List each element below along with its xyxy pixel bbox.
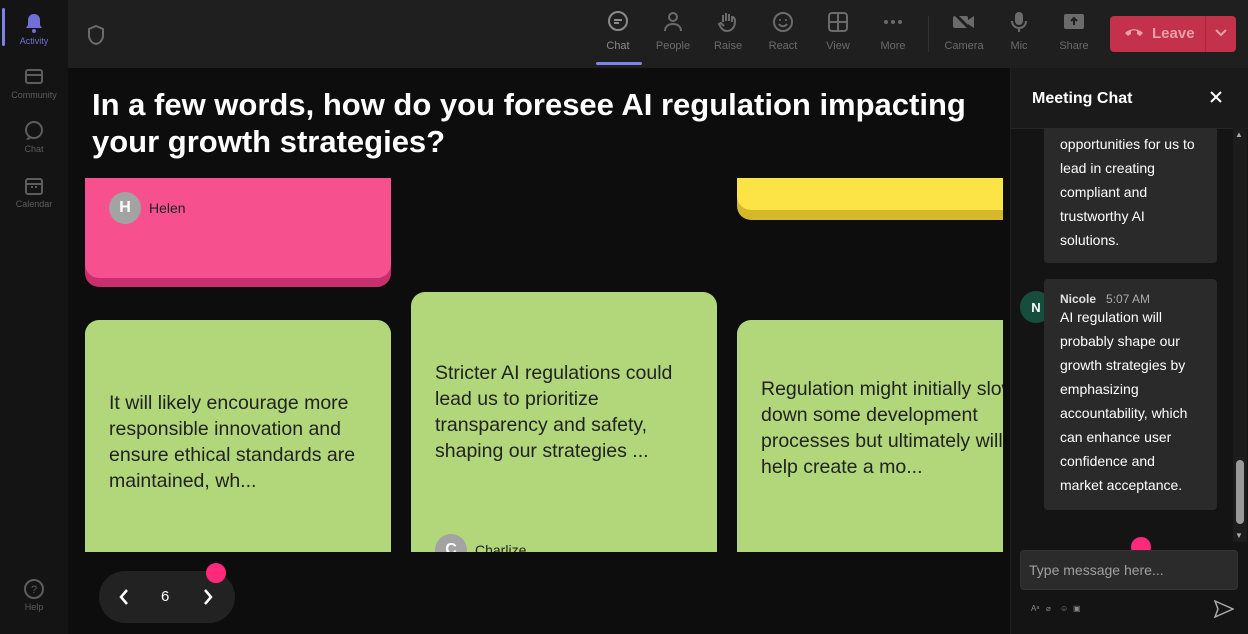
whiteboard-area: In a few words, how do you foresee AI re…	[68, 68, 1010, 634]
chat-title: Meeting Chat	[1032, 90, 1133, 107]
raise-label: Raise	[713, 40, 743, 52]
toolbar-divider	[928, 16, 929, 52]
chat-message-input[interactable]	[1020, 550, 1238, 590]
camera-off-icon	[952, 11, 975, 34]
chat-message-previous: opportunities for us to lead in creating…	[1044, 128, 1217, 263]
rail-item-chat[interactable]: Chat	[0, 120, 68, 154]
card-text: Stricter AI regulations could lead us to…	[435, 362, 673, 462]
share-screen-icon	[1064, 14, 1084, 29]
chevron-down-icon[interactable]	[1214, 28, 1228, 38]
view-label: View	[826, 40, 850, 52]
chat-header: Meeting Chat	[1011, 68, 1248, 129]
people-button[interactable]: People	[646, 10, 700, 52]
share-label: Share	[1059, 40, 1089, 52]
shield-icon[interactable]	[86, 24, 106, 46]
rail-item-community[interactable]: Community	[0, 66, 68, 100]
react-button[interactable]: React	[756, 10, 810, 52]
chevron-right-icon[interactable]	[201, 587, 215, 607]
chat-icon	[25, 121, 43, 140]
close-icon[interactable]	[1209, 90, 1223, 104]
sticky-card-helen[interactable]: H Helen	[85, 178, 391, 278]
chevron-left-icon[interactable]	[117, 587, 131, 607]
rail-label: Help	[24, 602, 44, 612]
help-icon: ?	[24, 579, 44, 599]
scroll-up-icon[interactable]: ▲	[1235, 130, 1243, 139]
chat-label: Chat	[606, 40, 630, 52]
author-name: Charlize	[475, 542, 527, 552]
emoji-icon[interactable]: ☺	[1060, 604, 1068, 613]
meeting-window: Activity Community Chat Calendar ? Help …	[0, 0, 1248, 634]
mic-label: Mic	[1010, 40, 1028, 52]
people-icon	[664, 12, 682, 32]
card-text: It will likely encourage more responsibl…	[109, 392, 356, 492]
people-label: People	[655, 40, 691, 52]
rail-item-help[interactable]: ? Help	[0, 578, 68, 612]
sticky-card-3[interactable]: Regulation might initially slow down som…	[737, 320, 1003, 552]
camera-button[interactable]: Camera	[937, 10, 991, 52]
rail-item-calendar[interactable]: Calendar	[0, 175, 68, 209]
meeting-chat-panel: Meeting Chat opportunities for us to lea…	[1010, 68, 1248, 634]
leave-button[interactable]: Leave	[1110, 16, 1236, 52]
avatar: H	[109, 192, 141, 224]
sticky-card-2[interactable]: Stricter AI regulations could lead us to…	[411, 292, 717, 552]
rail-item-activity[interactable]: Activity	[0, 12, 68, 46]
page-number: 6	[161, 588, 170, 605]
attach-icon[interactable]: ⌀	[1046, 604, 1051, 613]
avatar: C	[435, 534, 467, 552]
mic-button[interactable]: Mic	[992, 10, 1046, 52]
card-text: Regulation might initially slow down som…	[761, 378, 1003, 478]
hand-icon	[717, 13, 737, 33]
rail-label: Chat	[24, 144, 44, 154]
message-time: 5:07 AM	[1106, 292, 1151, 306]
card-author: C Charlize	[435, 534, 526, 552]
message-text: opportunities for us to lead in creating…	[1060, 136, 1195, 248]
author-name: Helen	[149, 200, 186, 216]
gif-icon[interactable]: ▣	[1073, 604, 1081, 613]
grid-view-icon	[828, 12, 848, 32]
message-author: Nicole	[1060, 292, 1097, 306]
hang-up-icon	[1125, 29, 1143, 36]
sticky-board: H Helen It will likely encourage more re…	[68, 178, 1003, 552]
rail-label: Community	[11, 90, 57, 100]
click-indicator-dot	[206, 563, 226, 583]
card-author: H Helen	[109, 192, 186, 224]
svg-text:?: ?	[31, 584, 37, 596]
format-icon[interactable]: Aᵃ	[1031, 604, 1039, 613]
scrollbar-thumb[interactable]	[1236, 460, 1244, 524]
bell-icon	[26, 14, 42, 33]
rail-label: Activity	[19, 36, 49, 46]
app-rail: Activity Community Chat Calendar ? Help	[0, 0, 69, 634]
more-button[interactable]: More	[866, 10, 920, 52]
message-text: AI regulation will probably shape our gr…	[1060, 309, 1188, 493]
sticky-card-yellow[interactable]	[737, 178, 1003, 210]
community-icon	[25, 69, 43, 84]
question-title: In a few words, how do you foresee AI re…	[92, 87, 966, 159]
more-label: More	[880, 40, 906, 52]
view-button[interactable]: View	[811, 10, 865, 52]
rail-label: Calendar	[15, 199, 53, 209]
more-icon	[884, 20, 902, 24]
smiley-icon	[773, 12, 793, 32]
calendar-icon	[25, 178, 43, 195]
send-icon[interactable]	[1214, 600, 1234, 618]
mic-icon	[1011, 12, 1027, 32]
active-tab-indicator	[596, 62, 642, 65]
message-meta: Nicole 5:07 AM	[1044, 279, 1217, 306]
react-label: React	[768, 40, 798, 52]
chat-button[interactable]: Chat	[591, 10, 645, 52]
sticky-card-1[interactable]: It will likely encourage more responsibl…	[85, 320, 391, 552]
camera-label: Camera	[944, 40, 984, 52]
raise-hand-button[interactable]: Raise	[701, 10, 755, 52]
meeting-toolbar: Chat People Raise React View More Camera	[68, 0, 1248, 68]
scroll-down-icon[interactable]: ▼	[1235, 531, 1243, 540]
chat-message-nicole: Nicole 5:07 AM AI regulation will probabl…	[1044, 279, 1217, 510]
leave-label: Leave	[1152, 25, 1195, 42]
chat-icon	[608, 11, 628, 31]
share-button[interactable]: Share	[1047, 10, 1101, 52]
leave-divider	[1205, 16, 1206, 52]
